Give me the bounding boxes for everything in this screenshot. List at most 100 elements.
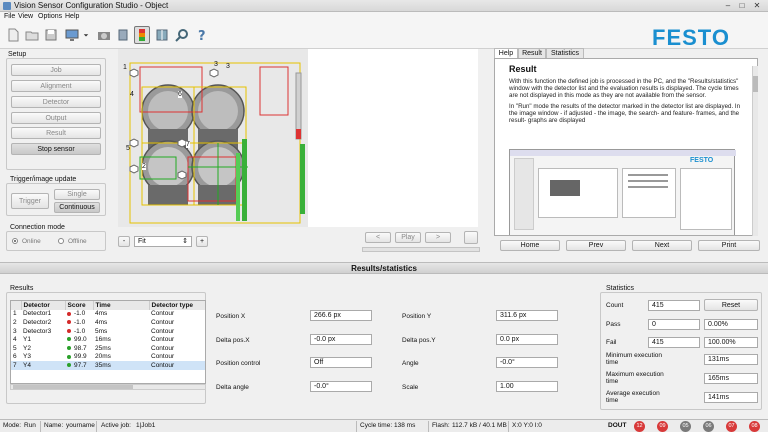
status-dot-icon	[67, 337, 71, 342]
flash-label: Flash:	[432, 422, 450, 429]
continuous-button[interactable]: Continuous	[54, 202, 100, 213]
delta-angle-label: Delta angle	[216, 384, 249, 391]
row-number: 4	[13, 336, 17, 344]
detector-time: 4ms	[95, 310, 108, 318]
count-field: 415	[648, 300, 700, 311]
offline-radio[interactable]	[58, 238, 64, 244]
mode-label: Mode:	[3, 422, 22, 429]
tab-help[interactable]: Help	[494, 48, 518, 58]
play-button[interactable]: Play	[395, 232, 421, 243]
image-label: 4	[130, 91, 134, 98]
row-number: 1	[13, 310, 17, 318]
col-header[interactable]: Detector	[21, 301, 66, 310]
col-header[interactable]: Detector type	[149, 301, 205, 310]
table-row[interactable]: 4 Y1 99.0 16ms Contour	[11, 335, 205, 344]
help-print-button[interactable]: Print	[698, 240, 760, 251]
zoom-select[interactable]: Fit ⇕	[134, 236, 192, 247]
stop-sensor-button[interactable]: Stop sensor	[11, 143, 101, 155]
alignment-button[interactable]: Alignment	[11, 80, 101, 92]
status-dot-icon	[67, 311, 71, 316]
zoom-icon[interactable]	[174, 26, 190, 44]
col-header[interactable]: Score	[65, 301, 94, 310]
help-scrollbar[interactable]	[752, 66, 758, 236]
menu-options[interactable]: Options	[38, 13, 62, 20]
menu-file[interactable]: File	[4, 13, 15, 20]
image-label: 7	[186, 141, 190, 148]
count-label: Count	[606, 302, 624, 309]
open-icon[interactable]	[24, 26, 40, 44]
output-button[interactable]: Output	[11, 112, 101, 124]
layout-icon[interactable]	[154, 26, 170, 44]
menu-view[interactable]: View	[18, 13, 33, 20]
sensor-icon[interactable]	[115, 26, 131, 44]
image-viewer[interactable]: 1 3 4 2 5 6 7 3	[118, 49, 478, 227]
image-label: 3	[214, 61, 218, 68]
detector-name: Detector3	[23, 327, 52, 335]
tab-statistics[interactable]: Statistics	[546, 48, 584, 58]
table-row[interactable]: 5 Y2 98.7 25ms Contour	[11, 344, 205, 353]
tab-result[interactable]: Result	[518, 48, 546, 58]
table-row[interactable]: 6 Y3 99.9 20ms Contour	[11, 353, 205, 362]
menu-help[interactable]: Help	[65, 13, 79, 20]
playback-slider[interactable]	[362, 247, 480, 252]
fail-field: 415	[648, 337, 700, 348]
help-home-button[interactable]: Home	[500, 240, 560, 251]
record-button[interactable]	[464, 231, 478, 244]
col-header[interactable]: Time	[93, 301, 150, 310]
close-icon[interactable]: ✕	[751, 1, 763, 10]
row-number: 2	[13, 318, 17, 326]
table-row[interactable]: 1 Detector1 -1.0 4ms Contour	[11, 310, 205, 319]
monitor-icon[interactable]	[64, 26, 80, 44]
trigger-button[interactable]: Trigger	[11, 193, 49, 209]
reset-button[interactable]: Reset	[704, 299, 758, 311]
zoom-out-button[interactable]: -	[118, 236, 130, 247]
scale-field[interactable]: 1.00	[496, 381, 558, 392]
detector-button[interactable]: Detector	[11, 96, 101, 108]
svg-text:?: ?	[198, 29, 206, 42]
detector-name: Y4	[23, 361, 31, 369]
maximize-icon[interactable]: □	[736, 1, 748, 10]
prev-frame-button[interactable]: <	[365, 232, 391, 243]
image-label: 2	[142, 163, 146, 170]
delta-y-field[interactable]: 0.0 px	[496, 334, 558, 345]
help-prev-button[interactable]: Prev	[566, 240, 626, 251]
delta-angle-field[interactable]: -0.0°	[310, 381, 372, 392]
chevron-down-icon[interactable]	[82, 26, 90, 44]
mode-value: Run	[24, 422, 36, 429]
help-next-button[interactable]: Next	[632, 240, 692, 251]
angle-field[interactable]: -0.0°	[496, 357, 558, 368]
position-control-field[interactable]: Off	[310, 357, 372, 368]
run-icon[interactable]	[134, 26, 150, 44]
new-icon[interactable]	[5, 26, 21, 44]
image-label: 6	[178, 91, 182, 98]
results-table[interactable]: Detector Score Time Detector type 1 Detec…	[10, 300, 206, 384]
position-x-field[interactable]: 266.6 px	[310, 310, 372, 321]
minimize-icon[interactable]: –	[722, 1, 734, 10]
detector-time: 25ms	[95, 344, 111, 352]
position-y-field[interactable]: 311.6 px	[496, 310, 558, 321]
delta-x-field[interactable]: -0.0 px	[310, 334, 372, 345]
job-button[interactable]: Job	[11, 64, 101, 76]
detector-score: -1.0	[74, 327, 86, 335]
online-radio[interactable]	[12, 238, 18, 244]
detector-type: Contour	[151, 353, 175, 361]
zoom-in-button[interactable]: +	[196, 236, 208, 247]
table-row[interactable]: 2 Detector2 -1.0 4ms Contour	[11, 318, 205, 327]
io-indicator: 06	[703, 421, 714, 432]
table-row[interactable]: 7 Y4 97.7 35ms Contour	[11, 361, 205, 370]
help-title: Result	[509, 64, 537, 74]
detector-score: -1.0	[74, 318, 86, 326]
camera-icon[interactable]	[96, 26, 112, 44]
table-row[interactable]: 3 Detector3 -1.0 5ms Contour	[11, 327, 205, 336]
save-icon[interactable]	[43, 26, 59, 44]
result-button[interactable]: Result	[11, 127, 101, 139]
results-hscrollbar[interactable]	[10, 384, 206, 390]
single-button[interactable]: Single	[54, 189, 100, 200]
connection-group	[6, 231, 106, 251]
fail-label: Fail	[606, 339, 617, 346]
min-exec-field: 131ms	[704, 354, 758, 365]
help-icon[interactable]: ?	[194, 26, 210, 44]
next-frame-button[interactable]: >	[425, 232, 451, 243]
col-header[interactable]	[11, 301, 22, 310]
camera-image	[118, 49, 308, 227]
